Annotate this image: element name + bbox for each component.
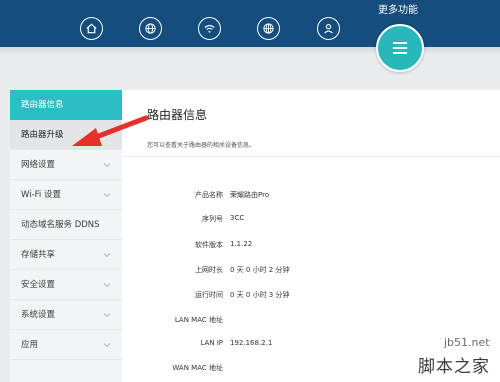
- wifi-icon[interactable]: [198, 17, 221, 40]
- info-label: 运行时间: [195, 291, 223, 299]
- sidebar-item-label: 网络设置: [21, 160, 56, 170]
- sidebar-item-label: 存储共享: [21, 250, 56, 260]
- sidebar-item-wifi-settings[interactable]: Wi-Fi 设置: [10, 180, 122, 210]
- sidebar-item-system-settings[interactable]: 系统设置: [10, 300, 122, 330]
- nav-shadow: [0, 47, 500, 55]
- info-row-serial-number: 序列号 3CC: [122, 214, 500, 228]
- sidebar-item-network-settings[interactable]: 网络设置: [10, 150, 122, 180]
- divider: [122, 156, 500, 157]
- info-row-software-version: 软件版本 1.1.22: [122, 240, 500, 254]
- network-globe-icon[interactable]: [257, 17, 280, 40]
- chevron-down-icon: [103, 343, 111, 348]
- more-functions-button[interactable]: [376, 24, 424, 72]
- menu-icon: [393, 42, 407, 54]
- info-label: 上网时长: [195, 266, 223, 274]
- sidebar-item-label: 路由器信息: [21, 100, 64, 110]
- sidebar-item-label: Wi-Fi 设置: [21, 190, 61, 200]
- info-value: 1.1.22: [230, 240, 253, 248]
- home-icon[interactable]: [80, 17, 103, 40]
- sidebar-item-label: 路由器升级: [21, 130, 64, 140]
- sidebar-item-label: 应用: [21, 340, 39, 350]
- info-value: 0 天 0 小时 2 分钟: [230, 266, 290, 274]
- sidebar-menu: 路由器信息 路由器升级 网络设置 Wi-Fi 设置 动态域名服务 DDNS 存储…: [10, 90, 122, 382]
- info-label: WAN MAC 地址: [172, 364, 223, 372]
- sidebar-item-router-upgrade[interactable]: 路由器升级: [10, 120, 122, 150]
- chevron-down-icon: [103, 163, 111, 168]
- info-value: 3CC: [230, 214, 245, 222]
- watermark-site: jb51.net: [444, 336, 490, 349]
- user-icon[interactable]: [317, 17, 340, 40]
- sidebar-item-security-settings[interactable]: 安全设置: [10, 270, 122, 300]
- info-row-online-duration: 上网时长 0 天 0 小时 2 分钟: [122, 265, 500, 279]
- chevron-down-icon: [103, 193, 111, 198]
- info-label: LAN IP: [200, 339, 223, 347]
- info-row-lan-mac: LAN MAC 地址: [122, 315, 500, 329]
- chevron-down-icon: [103, 313, 111, 318]
- chevron-down-icon: [103, 253, 111, 258]
- page-title: 路由器信息: [147, 108, 208, 122]
- sidebar-item-router-info[interactable]: 路由器信息: [10, 90, 122, 120]
- sidebar-item-label: 动态域名服务 DDNS: [21, 220, 100, 230]
- info-row-uptime: 运行时间 0 天 0 小时 3 分钟: [122, 290, 500, 304]
- globe-icon[interactable]: [139, 17, 162, 40]
- info-value: 0 天 0 小时 3 分钟: [230, 291, 290, 299]
- info-label: LAN MAC 地址: [174, 316, 223, 324]
- more-functions-label: 更多功能: [378, 5, 418, 16]
- top-navigation-bar: 更多功能: [0, 0, 500, 47]
- chevron-down-icon: [103, 283, 111, 288]
- page-description: 您可以查看关于路由器的相关设备信息。: [147, 142, 256, 149]
- sidebar-item-ddns[interactable]: 动态域名服务 DDNS: [10, 210, 122, 240]
- sidebar-item-storage-sharing[interactable]: 存储共享: [10, 240, 122, 270]
- info-label: 产品名称: [195, 191, 223, 199]
- sidebar-item-applications[interactable]: 应用: [10, 330, 122, 360]
- watermark-name: 脚本之家: [418, 357, 490, 377]
- info-value: 荣耀路由Pro: [230, 191, 270, 199]
- sidebar-item-label: 安全设置: [21, 280, 56, 290]
- sidebar-item-label: 系统设置: [21, 310, 56, 320]
- info-label: 软件版本: [195, 241, 223, 249]
- info-label: 序列号: [202, 215, 223, 223]
- info-row-product-name: 产品名称 荣耀路由Pro: [122, 190, 500, 204]
- info-value: 192.168.2.1: [230, 339, 273, 347]
